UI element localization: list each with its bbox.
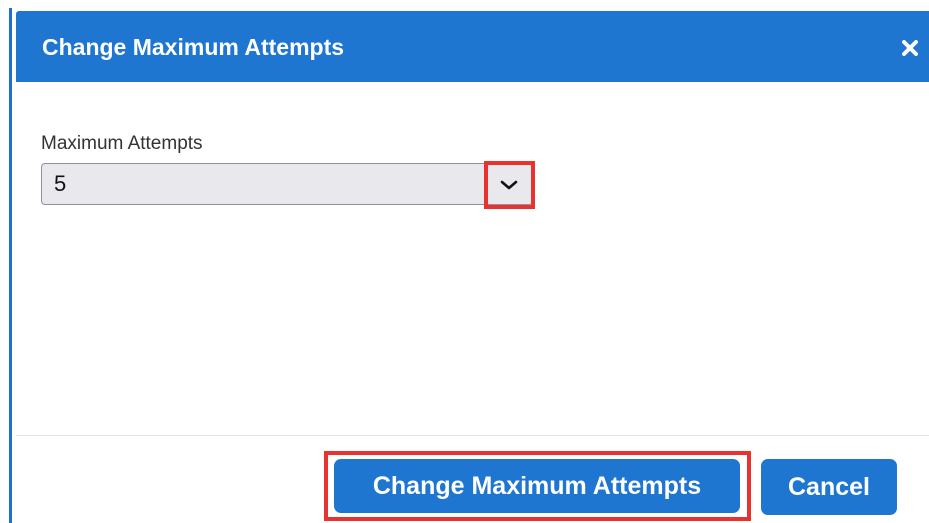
maximum-attempts-select[interactable]: 5	[41, 163, 533, 205]
close-icon	[902, 40, 918, 56]
cancel-button[interactable]: Cancel	[761, 459, 897, 515]
footer-divider	[16, 435, 929, 436]
close-button[interactable]	[899, 37, 921, 59]
maximum-attempts-label: Maximum Attempts	[41, 133, 203, 154]
selected-value: 5	[54, 171, 67, 196]
change-maximum-attempts-button[interactable]: Change Maximum Attempts	[334, 459, 740, 513]
chevron-down-icon[interactable]	[496, 176, 522, 194]
dialog-body: Maximum Attempts 5	[12, 82, 929, 435]
page: Change Maximum Attempts Maximum Attempts…	[0, 0, 929, 523]
dialog-title: Change Maximum Attempts	[42, 34, 345, 60]
change-max-attempts-dialog: Change Maximum Attempts Maximum Attempts…	[12, 8, 929, 523]
dialog-header: Change Maximum Attempts	[16, 11, 929, 82]
